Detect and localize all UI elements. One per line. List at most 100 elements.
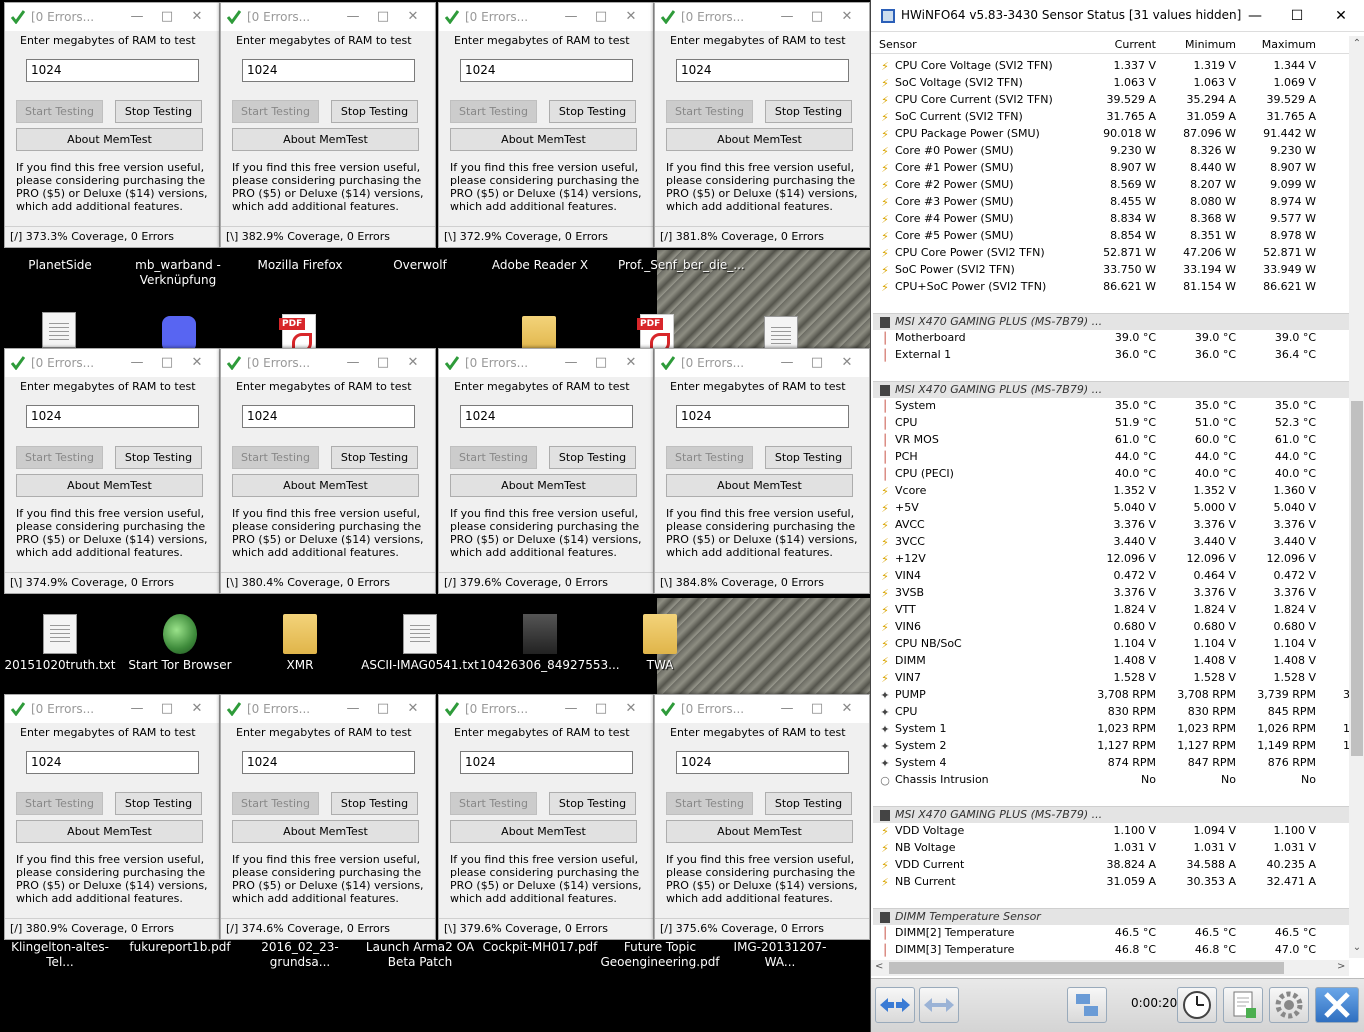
stop-testing-button[interactable]: Stop Testing — [549, 792, 636, 815]
about-memtest-button[interactable]: About MemTest — [232, 128, 419, 151]
desktop-icon[interactable]: Start Tor Browser — [120, 614, 240, 673]
scroll-right-icon[interactable]: > — [1337, 961, 1345, 972]
desktop-icon[interactable]: ASCII-IMAG0541.txt — [360, 614, 480, 673]
nav-arrows-icon[interactable] — [875, 987, 915, 1023]
desktop-icon[interactable]: XMR — [240, 614, 360, 673]
maximize-button[interactable]: □ — [371, 6, 395, 28]
close-button[interactable]: ✕ — [401, 698, 425, 720]
desktop-icon[interactable]: Overwolf — [360, 258, 480, 273]
ram-megabytes-input[interactable]: 1024 — [26, 59, 199, 82]
start-testing-button[interactable]: Start Testing — [450, 100, 537, 123]
start-testing-button[interactable]: Start Testing — [232, 446, 319, 469]
sensor-row[interactable]: ⚡ VIN4 0.472 V 0.464 V 0.472 V — [873, 568, 1349, 585]
minimize-button[interactable]: — — [775, 6, 799, 28]
start-testing-button[interactable]: Start Testing — [232, 100, 319, 123]
close-button[interactable]: ✕ — [835, 352, 859, 374]
sensor-row[interactable]: ⚡ SoC Current (SVI2 TFN) 31.765 A 31.059 A 3… — [873, 109, 1349, 126]
start-testing-button[interactable]: Start Testing — [450, 792, 537, 815]
sensor-row[interactable]: ✦ System 4 874 RPM 847 RPM 876 RPM — [873, 755, 1349, 772]
ram-megabytes-input[interactable]: 1024 — [242, 59, 415, 82]
desktop-icon[interactable]: TWA — [600, 614, 720, 673]
sensor-row[interactable]: │ DIMM[3] Temperature 46.8 °C 46.8 °C 47.0 °… — [873, 942, 1349, 958]
minimize-button[interactable]: — — [1235, 4, 1275, 28]
desktop-icon[interactable]: Cockpit-MH017.pdf — [480, 940, 600, 955]
sensor-row[interactable]: ⚡ Core #5 Power (SMU) 8.854 W 8.351 W 8.978 … — [873, 228, 1349, 245]
sensor-row[interactable]: ⚡ VIN7 1.528 V 1.528 V 1.528 V — [873, 670, 1349, 687]
sensor-row[interactable]: ⚡ VDD Current 38.824 A 34.588 A 40.235 A — [873, 857, 1349, 874]
minimize-button[interactable]: — — [341, 352, 365, 374]
maximize-button[interactable]: ☐ — [1277, 4, 1317, 28]
sensor-row[interactable]: │ CPU 51.9 °C 51.0 °C 52.3 °C — [873, 415, 1349, 432]
stop-testing-button[interactable]: Stop Testing — [115, 792, 202, 815]
ram-megabytes-input[interactable]: 1024 — [676, 751, 849, 774]
sensor-row[interactable]: ⚡ Vcore 1.352 V 1.352 V 1.360 V — [873, 483, 1349, 500]
about-memtest-button[interactable]: About MemTest — [232, 474, 419, 497]
ram-megabytes-input[interactable]: 1024 — [26, 751, 199, 774]
ram-megabytes-input[interactable]: 1024 — [460, 405, 633, 428]
minimize-button[interactable]: — — [341, 698, 365, 720]
start-testing-button[interactable]: Start Testing — [16, 446, 103, 469]
ram-megabytes-input[interactable]: 1024 — [242, 751, 415, 774]
maximize-button[interactable]: □ — [589, 352, 613, 374]
sensor-row[interactable]: ⚡ SoC Voltage (SVI2 TFN) 1.063 V 1.063 V 1.0… — [873, 75, 1349, 92]
minimize-button[interactable]: — — [125, 352, 149, 374]
sensor-row[interactable]: ⚡ VDD Voltage 1.100 V 1.094 V 1.100 V — [873, 823, 1349, 840]
desktop-icon[interactable]: 2016_02_23-grundsa... — [240, 940, 360, 970]
stop-testing-button[interactable]: Stop Testing — [331, 792, 418, 815]
sensor-row[interactable]: ⚡ +5V 5.040 V 5.000 V 5.040 V — [873, 500, 1349, 517]
scroll-down-icon[interactable]: ⌄ — [1349, 942, 1364, 953]
sensor-row[interactable]: ⚡ AVCC 3.376 V 3.376 V 3.376 V — [873, 517, 1349, 534]
stop-testing-button[interactable]: Stop Testing — [115, 100, 202, 123]
about-memtest-button[interactable]: About MemTest — [450, 474, 637, 497]
close-button[interactable]: ✕ — [185, 698, 209, 720]
minimize-button[interactable]: — — [775, 352, 799, 374]
maximize-button[interactable]: □ — [155, 698, 179, 720]
sensor-row[interactable]: ⚡ 3VCC 3.440 V 3.440 V 3.440 V — [873, 534, 1349, 551]
desktop-icon[interactable]: Launch Arma2 OA Beta Patch — [360, 940, 480, 970]
maximize-button[interactable]: □ — [155, 352, 179, 374]
ram-megabytes-input[interactable]: 1024 — [676, 59, 849, 82]
close-button[interactable]: ✕ — [835, 6, 859, 28]
start-testing-button[interactable]: Start Testing — [666, 100, 753, 123]
network-icon[interactable] — [1067, 987, 1107, 1023]
desktop-icon[interactable]: Mozilla Firefox — [240, 258, 360, 273]
sensor-row[interactable]: ⚡ SoC Power (SVI2 TFN) 33.750 W 33.194 W 33.… — [873, 262, 1349, 279]
sensor-row[interactable]: │ CPU (PECI) 40.0 °C 40.0 °C 40.0 °C — [873, 466, 1349, 483]
minimize-button[interactable]: — — [125, 698, 149, 720]
maximize-button[interactable]: □ — [805, 698, 829, 720]
ram-megabytes-input[interactable]: 1024 — [242, 405, 415, 428]
desktop-icon[interactable]: IMG-20131207-WA... — [720, 940, 840, 970]
about-memtest-button[interactable]: About MemTest — [666, 128, 853, 151]
minimize-button[interactable]: — — [559, 352, 583, 374]
ram-megabytes-input[interactable]: 1024 — [676, 405, 849, 428]
ram-megabytes-input[interactable]: 1024 — [460, 59, 633, 82]
about-memtest-button[interactable]: About MemTest — [666, 820, 853, 843]
about-memtest-button[interactable]: About MemTest — [16, 128, 203, 151]
maximize-button[interactable]: □ — [371, 352, 395, 374]
about-memtest-button[interactable]: About MemTest — [450, 128, 637, 151]
stop-testing-button[interactable]: Stop Testing — [331, 100, 418, 123]
sensor-row[interactable]: │ VR MOS 61.0 °C 60.0 °C 61.0 °C — [873, 432, 1349, 449]
horizontal-scrollbar[interactable]: < > — [871, 960, 1349, 976]
close-button[interactable]: ✕ — [1321, 4, 1361, 28]
col-maximum[interactable]: Maximum — [1262, 38, 1316, 51]
desktop-icon[interactable]: 20151020truth.txt — [0, 614, 120, 673]
stop-testing-button[interactable]: Stop Testing — [549, 100, 636, 123]
col-minimum[interactable]: Minimum — [1185, 38, 1236, 51]
sensor-list[interactable]: ⚡ CPU Core Voltage (SVI2 TFN) 1.337 V 1.319… — [873, 58, 1349, 958]
sensor-row[interactable]: ⚡ CPU NB/SoC 1.104 V 1.104 V 1.104 V — [873, 636, 1349, 653]
close-button[interactable]: ✕ — [619, 698, 643, 720]
stop-testing-button[interactable]: Stop Testing — [115, 446, 202, 469]
start-testing-button[interactable]: Start Testing — [666, 792, 753, 815]
desktop-icon[interactable]: 10426306_84927553... — [480, 614, 620, 673]
sensor-row[interactable]: ✦ CPU 830 RPM 830 RPM 845 RPM — [873, 704, 1349, 721]
maximize-button[interactable]: □ — [805, 352, 829, 374]
sensor-row[interactable]: ⚡ NB Current 31.059 A 30.353 A 32.471 A — [873, 874, 1349, 891]
close-button[interactable]: ✕ — [185, 352, 209, 374]
vertical-scrollbar[interactable]: ⌃ ⌄ — [1349, 36, 1364, 958]
about-memtest-button[interactable]: About MemTest — [232, 820, 419, 843]
settings-gear-icon[interactable] — [1269, 987, 1309, 1023]
close-button[interactable]: ✕ — [619, 6, 643, 28]
close-button[interactable]: ✕ — [185, 6, 209, 28]
sensor-row[interactable]: │ DIMM[2] Temperature 46.5 °C 46.5 °C 46.5 °… — [873, 925, 1349, 942]
